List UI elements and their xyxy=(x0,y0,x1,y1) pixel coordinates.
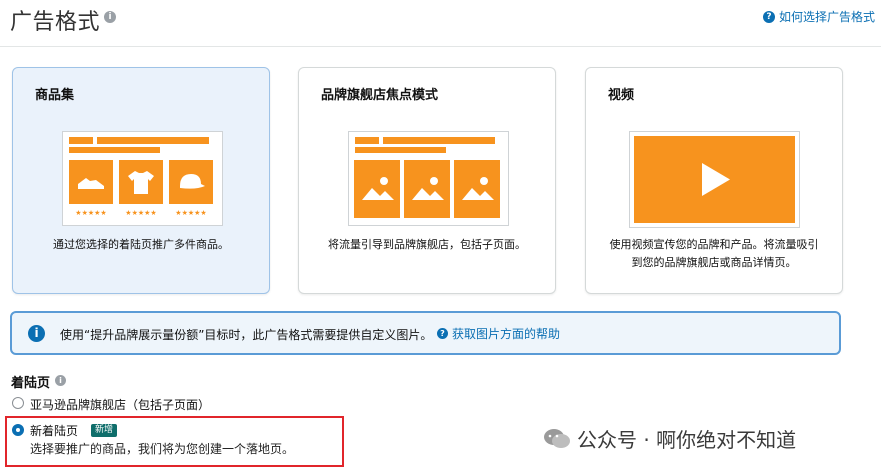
radio-label[interactable]: 亚马逊品牌旗舰店（包括子页面） xyxy=(30,396,210,413)
radio-new-landing-page[interactable] xyxy=(12,424,24,436)
help-link-label: 如何选择广告格式 xyxy=(778,10,875,24)
watermark: 公众号 · 啊你绝对不知道 xyxy=(543,424,796,453)
rating-stars: ★★★★★ xyxy=(125,209,157,217)
image-icon xyxy=(354,160,400,218)
image-help-link[interactable]: ? 获取图片方面的帮助 xyxy=(437,325,560,342)
video-illustration xyxy=(629,131,800,228)
store-spotlight-illustration xyxy=(348,131,509,226)
format-card-video[interactable]: 视频 使用视频宣传您的品牌和产品。将流量吸引 到您的品牌旗舰店或商品详情页。 xyxy=(585,67,843,294)
play-icon xyxy=(634,136,795,223)
page-title: 广告格式 xyxy=(10,10,101,35)
info-icon: i xyxy=(28,325,45,342)
card-title: 品牌旗舰店焦点模式 xyxy=(321,88,439,103)
card-description-line: 到您的品牌旗舰店或商品详情页。 xyxy=(631,256,797,269)
rating-stars: ★★★★★ xyxy=(175,209,207,217)
cap-icon xyxy=(169,160,213,204)
image-icon xyxy=(454,160,500,218)
radio-description: 选择要推广的商品，我们将为您创建一个落地页。 xyxy=(30,442,295,456)
question-icon: ? xyxy=(762,10,775,23)
info-icon[interactable]: i xyxy=(104,11,116,23)
tshirt-icon xyxy=(119,160,163,204)
watermark-text: 公众号 · 啊你绝对不知道 xyxy=(577,428,797,452)
card-description: 使用视频宣传您的品牌和产品。将流量吸引 到您的品牌旗舰店或商品详情页。 xyxy=(586,236,842,272)
rating-stars: ★★★★★ xyxy=(75,209,107,217)
info-banner-text: 使用“提升品牌展示量份额”目标时，此广告格式需要提供自定义图片。 xyxy=(60,328,433,342)
image-icon xyxy=(404,160,450,218)
radio-amazon-store[interactable] xyxy=(12,397,24,409)
help-link[interactable]: ? 如何选择广告格式 xyxy=(762,8,875,25)
card-description-line: 使用视频宣传您的品牌和产品。将流量吸引 xyxy=(609,238,819,251)
shoe-icon xyxy=(69,160,113,204)
format-card-store-spotlight[interactable]: 品牌旗舰店焦点模式 将流量引导到品牌旗舰店，包括子页面。 xyxy=(298,67,556,294)
question-icon: ? xyxy=(437,328,448,339)
new-badge: 新增 xyxy=(91,424,118,437)
info-icon[interactable]: i xyxy=(55,375,66,386)
radio-label[interactable]: 新着陆页 xyxy=(30,422,78,439)
section-title: 着陆页 xyxy=(11,376,51,391)
image-help-link-label: 获取图片方面的帮助 xyxy=(452,327,561,341)
divider xyxy=(0,46,881,47)
format-card-product-collection[interactable]: 商品集 ★★★★★ ★★★★★ ★★★★★ 通过您选择的着陆页推广多件商品。 xyxy=(12,67,270,294)
card-title: 视频 xyxy=(608,88,635,103)
card-title: 商品集 xyxy=(35,88,75,103)
info-banner: i 使用“提升品牌展示量份额”目标时，此广告格式需要提供自定义图片。 ? 获取图… xyxy=(10,311,841,355)
card-description: 通过您选择的着陆页推广多件商品。 xyxy=(53,238,229,251)
wechat-icon xyxy=(544,428,570,448)
card-description: 将流量引导到品牌旗舰店，包括子页面。 xyxy=(328,238,526,251)
product-collection-illustration: ★★★★★ ★★★★★ ★★★★★ xyxy=(62,131,223,226)
